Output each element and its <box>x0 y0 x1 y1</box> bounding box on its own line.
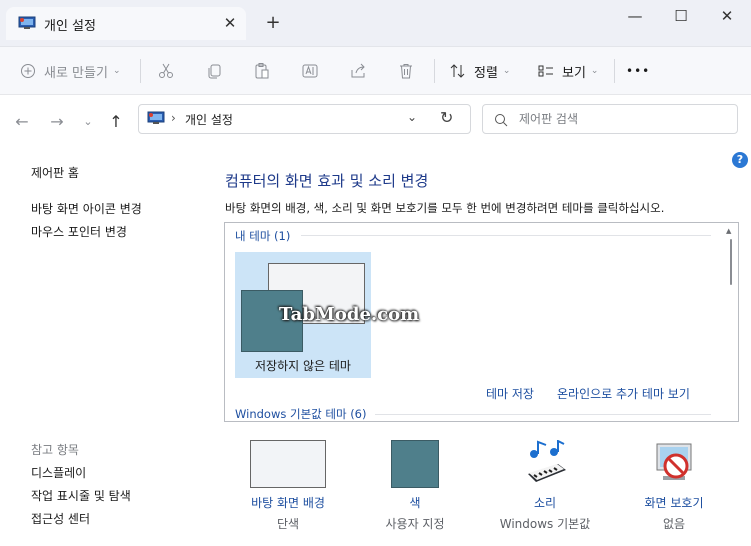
search-icon <box>494 113 508 130</box>
address-bar[interactable]: › 개인 설정 ⌄ ↻ <box>138 104 471 134</box>
more-options-button[interactable]: ••• <box>626 57 650 85</box>
rename-button[interactable] <box>301 57 319 85</box>
get-more-themes-link[interactable]: 온라인으로 추가 테마 보기 <box>557 385 690 402</box>
close-window-button[interactable]: ✕ <box>712 5 742 27</box>
up-arrow-icon[interactable]: ↑ <box>105 111 127 133</box>
sounds-item[interactable]: 소리 Windows 기본값 <box>480 439 610 532</box>
taskbar-navigation-link[interactable]: 작업 표시줄 및 탐색 <box>31 487 131 504</box>
control-panel-home-link[interactable]: 제어판 홈 <box>31 164 79 181</box>
new-tab-button[interactable]: + <box>262 12 284 34</box>
theme-list[interactable]: 내 테마 (1) 저장하지 않은 테마 TabMode.com 테마 저장 온라… <box>224 222 739 422</box>
search-input[interactable] <box>519 109 719 129</box>
paste-button[interactable] <box>253 57 271 85</box>
page-description: 바탕 화면의 배경, 색, 소리 및 화면 보호기를 모두 한 번에 변경하려면… <box>225 201 665 215</box>
color-swatch <box>391 440 439 488</box>
desktop-background-value: 단색 <box>276 517 300 531</box>
refresh-icon[interactable]: ↻ <box>440 108 453 127</box>
scroll-up-icon[interactable]: ▲ <box>726 227 731 235</box>
new-button[interactable]: 새로 만들기 ⌄ <box>20 57 120 85</box>
share-icon <box>351 63 365 78</box>
view-icon <box>538 65 553 77</box>
color-value: 사용자 지정 <box>385 517 445 531</box>
control-panel-icon <box>147 111 165 128</box>
chevron-down-icon: ⌄ <box>590 66 599 76</box>
see-also-heading: 참고 항목 <box>31 443 79 457</box>
change-desktop-icons-link[interactable]: 바탕 화면 아이콘 변경 <box>31 200 142 217</box>
screen-saver-value: 없음 <box>662 517 686 531</box>
forward-arrow-icon[interactable]: → <box>46 111 68 133</box>
minimize-button[interactable]: — <box>620 5 650 27</box>
cut-button[interactable] <box>157 57 175 85</box>
sort-label: 정렬 <box>474 65 498 81</box>
back-arrow-icon[interactable]: ← <box>11 111 33 133</box>
display-link[interactable]: 디스플레이 <box>31 464 86 481</box>
screen-saver-icon <box>649 440 699 488</box>
clipboard-icon <box>255 63 269 79</box>
recent-locations-icon[interactable]: ⌄ <box>77 111 99 133</box>
plus-circle-icon <box>21 64 35 78</box>
copy-button[interactable] <box>205 57 223 85</box>
desktop-background-preview <box>250 440 326 488</box>
change-mouse-pointers-link[interactable]: 마우스 포인터 변경 <box>31 223 127 240</box>
desktop-background-item[interactable]: 바탕 화면 배경 단색 <box>223 440 353 532</box>
divider <box>301 235 711 236</box>
rename-icon <box>302 64 318 78</box>
maximize-button[interactable]: ☐ <box>666 5 696 27</box>
chevron-down-icon: ⌄ <box>502 66 511 76</box>
chevron-down-icon[interactable]: ⌄ <box>407 110 417 124</box>
sounds-title: 소리 <box>533 496 557 510</box>
page-title: 컴퓨터의 화면 효과 및 소리 변경 <box>225 172 429 190</box>
sort-button[interactable]: 정렬 ⌄ <box>449 57 510 85</box>
sounds-icon <box>520 439 570 488</box>
view-button[interactable]: 보기 ⌄ <box>537 57 598 85</box>
tab-personalization[interactable]: 개인 설정 ✕ <box>6 7 246 40</box>
screen-saver-item[interactable]: 화면 보호기 없음 <box>609 440 739 532</box>
tab-title: 개인 설정 <box>44 19 96 34</box>
theme-name: 저장하지 않은 테마 <box>255 359 351 373</box>
delete-button[interactable] <box>397 57 415 85</box>
breadcrumb-item[interactable]: 개인 설정 <box>185 111 233 128</box>
copy-icon <box>208 64 221 79</box>
close-tab-icon[interactable]: ✕ <box>220 13 240 33</box>
divider <box>614 59 615 83</box>
chevron-down-icon: ⌄ <box>112 66 121 76</box>
desktop-background-title: 바탕 화면 배경 <box>251 496 325 510</box>
address-bar-row: ← → ⌄ ↑ › 개인 설정 ⌄ ↻ <box>0 95 751 151</box>
divider <box>375 414 711 415</box>
trash-icon <box>400 64 412 79</box>
command-bar: 새로 만들기 ⌄ 정렬 ⌄ 보기 ⌄ ••• <box>0 47 751 95</box>
divider <box>140 59 141 83</box>
control-panel-icon <box>18 16 36 33</box>
help-icon[interactable]: ? <box>732 152 748 168</box>
save-theme-link[interactable]: 테마 저장 <box>486 385 534 402</box>
share-button[interactable] <box>349 57 367 85</box>
divider <box>434 59 435 83</box>
watermark: TabMode.com <box>279 304 420 325</box>
screen-saver-title: 화면 보호기 <box>644 496 704 510</box>
title-bar: 개인 설정 ✕ + — ☐ ✕ <box>0 0 751 47</box>
ease-of-access-link[interactable]: 접근성 센터 <box>31 510 90 527</box>
color-title: 색 <box>409 496 421 510</box>
color-item[interactable]: 색 사용자 지정 <box>350 440 480 532</box>
search-box[interactable] <box>482 104 738 134</box>
scissors-icon <box>159 63 173 78</box>
breadcrumb-separator: › <box>171 111 176 125</box>
new-label: 새로 만들기 <box>44 65 108 81</box>
sounds-value: Windows 기본값 <box>499 517 591 531</box>
scrollbar-thumb[interactable] <box>730 239 732 285</box>
windows-default-themes-heading: Windows 기본값 테마 (6) <box>235 407 367 421</box>
view-label: 보기 <box>562 65 586 81</box>
unsaved-theme-tile[interactable]: 저장하지 않은 테마 TabMode.com <box>235 252 419 378</box>
sort-icon <box>450 64 465 78</box>
my-themes-heading: 내 테마 (1) <box>235 229 291 243</box>
